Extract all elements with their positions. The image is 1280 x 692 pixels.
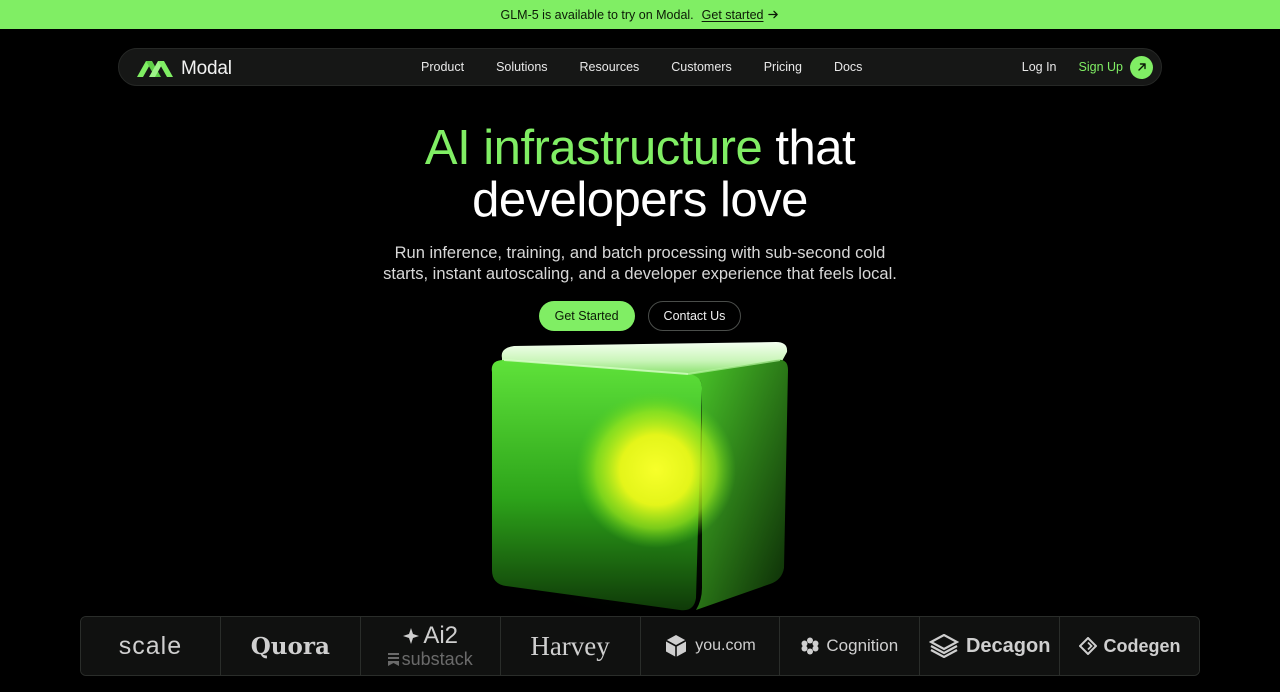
brand-logo[interactable]: Modal xyxy=(137,58,232,80)
arrow-up-right-icon xyxy=(1137,63,1146,71)
nav-link-product[interactable]: Product xyxy=(421,60,464,74)
nav-links: Product Solutions Resources Customers Pr… xyxy=(421,49,862,85)
substack-mark-icon xyxy=(387,652,399,666)
subtitle-line-1: Run inference, training, and batch proce… xyxy=(394,244,886,262)
logo-ai2-text: Ai2 xyxy=(423,622,459,649)
brand-name: Modal xyxy=(181,58,232,79)
logo-scale: scale xyxy=(81,617,221,675)
logo-cognition: Cognition xyxy=(780,617,921,675)
nav-link-customers[interactable]: Customers xyxy=(671,60,731,74)
nav-link-resources[interactable]: Resources xyxy=(580,60,640,74)
announcement-bar: GLM-5 is available to try on Modal. Get … xyxy=(0,0,1280,29)
logo-codegen-text: Codegen xyxy=(1103,635,1181,656)
logo-codegen: Codegen xyxy=(1060,617,1199,675)
youcom-hexagon-icon xyxy=(665,635,687,657)
logo-quora-text: Quora xyxy=(250,632,330,660)
logo-harvey-text: Harvey xyxy=(530,630,610,661)
get-started-button[interactable]: Get Started xyxy=(538,301,635,331)
logo-cognition-text: Cognition xyxy=(826,636,899,655)
logo-substack: substack xyxy=(387,649,473,669)
logo-youcom: you.com xyxy=(640,617,781,675)
codegen-diamond-icon xyxy=(1078,637,1097,655)
signup-link[interactable]: Sign Up xyxy=(1079,60,1123,74)
customer-logos: scale Quora Ai2 substack Harvey you.com xyxy=(80,616,1200,676)
logo-harvey: Harvey xyxy=(500,617,641,675)
logo-decagon-text: Decagon xyxy=(965,634,1051,657)
hero-subtitle: Run inference, training, and batch proce… xyxy=(340,243,940,285)
glowing-cube-icon xyxy=(475,330,805,630)
logo-ai2: Ai2 xyxy=(402,623,458,649)
nav-link-docs[interactable]: Docs xyxy=(834,60,862,74)
announcement-link-label: Get started xyxy=(701,7,764,22)
contact-us-button[interactable]: Contact Us xyxy=(647,301,742,331)
logo-decagon: Decagon xyxy=(920,617,1061,675)
hero-headline: AI infrastructure that developers love xyxy=(0,122,1280,226)
top-nav: Modal Product Solutions Resources Custom… xyxy=(118,48,1162,86)
signup-button[interactable] xyxy=(1130,55,1153,79)
logo-youcom-text: you.com xyxy=(695,637,756,654)
logo-scale-text: scale xyxy=(118,631,183,660)
nav-link-pricing[interactable]: Pricing xyxy=(764,60,802,74)
logo-ai2-substack: Ai2 substack xyxy=(360,617,501,675)
headline-highlight: AI infrastructure xyxy=(424,121,763,175)
login-link[interactable]: Log In xyxy=(1022,60,1057,74)
headline-part-1: that xyxy=(775,121,856,175)
logo-quora: Quora xyxy=(220,617,361,675)
ai2-mark-icon xyxy=(403,628,420,644)
nav-link-solutions[interactable]: Solutions xyxy=(496,60,547,74)
hero-cta-row: Get Started Contact Us xyxy=(0,301,1280,331)
modal-logo-icon xyxy=(137,60,173,77)
nav-actions: Log In Sign Up xyxy=(1022,49,1153,85)
subtitle-line-2: starts, instant autoscaling, and a devel… xyxy=(383,265,897,283)
announcement-get-started-link[interactable]: Get started xyxy=(702,8,780,22)
arrow-right-icon xyxy=(768,10,779,19)
logo-substack-text: substack xyxy=(401,649,473,669)
hero-cube-illustration xyxy=(475,330,805,630)
cognition-flower-icon xyxy=(801,637,819,655)
decagon-mark-icon xyxy=(928,634,959,658)
headline-part-2: developers love xyxy=(472,173,808,227)
announcement-text: GLM-5 is available to try on Modal. xyxy=(500,7,694,22)
